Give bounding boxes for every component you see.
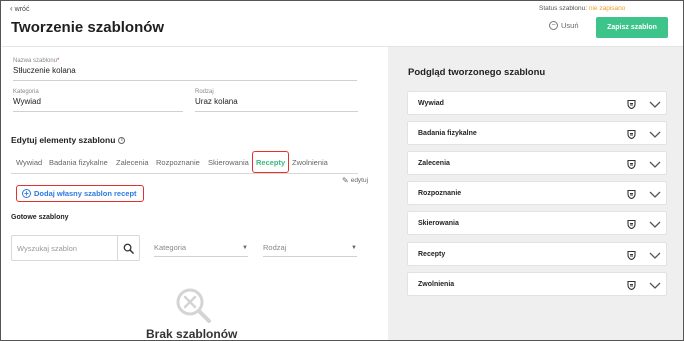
- preview-card-label: Recepty: [418, 250, 446, 258]
- required-marker: *: [57, 58, 60, 64]
- tab-zwolnienia[interactable]: Zwolnienia: [292, 151, 328, 173]
- tabs-underline: [11, 173, 358, 174]
- preview-title: Podgląd tworzonego szablonu: [408, 67, 546, 78]
- empty-state-text: Brak szablonów: [146, 327, 238, 341]
- template-name-value: Stłuczenie kolana: [13, 66, 76, 75]
- app-window: ‹ wróć Tworzenie szablonów Status szablo…: [0, 0, 684, 341]
- category-label: Kategoria: [13, 89, 39, 95]
- caret-down-icon: ▼: [351, 244, 357, 251]
- edit-label: edytuj: [350, 177, 369, 184]
- preview-card-zwolnienia[interactable]: Zwolnienia: [407, 272, 667, 296]
- tab-zalecenia[interactable]: Zalecenia: [116, 151, 149, 173]
- delete-button[interactable]: − Usuń: [549, 21, 579, 30]
- chevron-down-icon[interactable]: [649, 99, 661, 109]
- preview-card-rozpoznanie[interactable]: Rozpoznanie: [407, 181, 667, 205]
- back-label: wróć: [14, 5, 30, 13]
- shield-icon[interactable]: [627, 219, 636, 229]
- preview-card-wywiad[interactable]: Wywiad: [407, 91, 667, 115]
- shield-icon[interactable]: [627, 280, 636, 290]
- chevron-down-icon[interactable]: [649, 280, 661, 290]
- kind-value: Uraz kolana: [195, 97, 238, 106]
- shield-icon[interactable]: [627, 129, 636, 139]
- template-name-field[interactable]: Nazwa szablonu* Stłuczenie kolana: [13, 58, 357, 81]
- chevron-down-icon[interactable]: [649, 219, 661, 229]
- category-filter-label: Kategoria: [154, 243, 187, 252]
- back-link[interactable]: ‹ wróć: [10, 5, 29, 13]
- edit-link[interactable]: ✎ edytuj: [342, 176, 368, 185]
- field-underline: [13, 80, 357, 81]
- edit-elements-heading: Edytuj elementy szablonu i: [11, 135, 126, 145]
- template-status: Status szablonu: nie zapisano: [539, 5, 625, 12]
- edit-elements-title: Edytuj elementy szablonu: [11, 135, 116, 145]
- info-icon[interactable]: i: [118, 136, 126, 144]
- search-x-icon: [174, 286, 212, 329]
- chevron-down-icon[interactable]: [649, 159, 661, 169]
- search-icon: [123, 243, 134, 254]
- tab-recepty[interactable]: Recepty: [252, 151, 290, 173]
- delete-label: Usuń: [561, 21, 579, 30]
- chevron-down-icon[interactable]: [649, 129, 661, 139]
- page-title: Tworzenie szablonów: [11, 19, 165, 36]
- category-value: Wywiad: [13, 97, 41, 106]
- preview-card-label: Rozpoznanie: [418, 189, 462, 197]
- chevron-down-icon[interactable]: [649, 250, 661, 260]
- kind-label: Rodzaj: [195, 89, 214, 95]
- preview-card-label: Badania fizykalne: [418, 129, 477, 137]
- kind-filter-label: Rodzaj: [263, 243, 287, 252]
- kind-field[interactable]: Rodzaj Uraz kolana: [195, 89, 358, 112]
- pencil-icon: ✎: [342, 176, 349, 185]
- chevron-left-icon: ‹: [10, 4, 13, 13]
- kind-filter-select[interactable]: Rodzaj ▼: [263, 239, 357, 257]
- template-name-label-text: Nazwa szablonu: [13, 58, 58, 64]
- shield-icon[interactable]: [627, 189, 636, 199]
- editor-tabs: Wywiad Badania fizykalne Zalecenia Rozpo…: [11, 151, 358, 174]
- preview-card-skierowania[interactable]: Skierowania: [407, 211, 667, 235]
- shield-icon[interactable]: [627, 159, 636, 169]
- status-label: Status szablonu:: [539, 5, 588, 12]
- preview-card-label: Zwolnienia: [418, 280, 455, 288]
- save-template-button[interactable]: Zapisz szablon: [596, 17, 668, 38]
- search-input[interactable]: Wyszukaj szablon: [12, 244, 117, 253]
- field-underline: [195, 111, 358, 112]
- preview-card-label: Skierowania: [418, 219, 459, 227]
- shield-icon[interactable]: [627, 250, 636, 260]
- tab-rozpoznanie[interactable]: Rozpoznanie: [156, 151, 200, 173]
- category-filter-select[interactable]: Kategoria ▼: [154, 239, 248, 257]
- ready-templates-heading: Gotowe szablony: [11, 214, 69, 221]
- preview-card-label: Zalecenia: [418, 159, 450, 167]
- tab-skierowania[interactable]: Skierowania: [208, 151, 249, 173]
- template-search: Wyszukaj szablon: [11, 235, 140, 261]
- search-button[interactable]: [117, 236, 139, 260]
- add-button-label: Dodaj własny szablon recept: [34, 189, 137, 198]
- category-field[interactable]: Kategoria Wywiad: [13, 89, 183, 112]
- template-name-label: Nazwa szablonu*: [13, 58, 357, 64]
- preview-card-label: Wywiad: [418, 99, 444, 107]
- chevron-down-icon[interactable]: [649, 189, 661, 199]
- tab-badania-fizykalne[interactable]: Badania fizykalne: [49, 151, 108, 173]
- preview-card-recepty[interactable]: Recepty: [407, 242, 667, 266]
- preview-card-zalecenia[interactable]: Zalecenia: [407, 151, 667, 175]
- add-prescription-template-button[interactable]: + Dodaj własny szablon recept: [16, 185, 144, 202]
- plus-circle-icon: +: [22, 189, 31, 198]
- shield-icon[interactable]: [627, 99, 636, 109]
- status-value: nie zapisano: [588, 5, 626, 12]
- minus-circle-icon: −: [549, 21, 558, 30]
- tab-wywiad[interactable]: Wywiad: [16, 151, 42, 173]
- field-underline: [13, 111, 183, 112]
- preview-card-badania-fizykalne[interactable]: Badania fizykalne: [407, 121, 667, 145]
- caret-down-icon: ▼: [242, 244, 248, 251]
